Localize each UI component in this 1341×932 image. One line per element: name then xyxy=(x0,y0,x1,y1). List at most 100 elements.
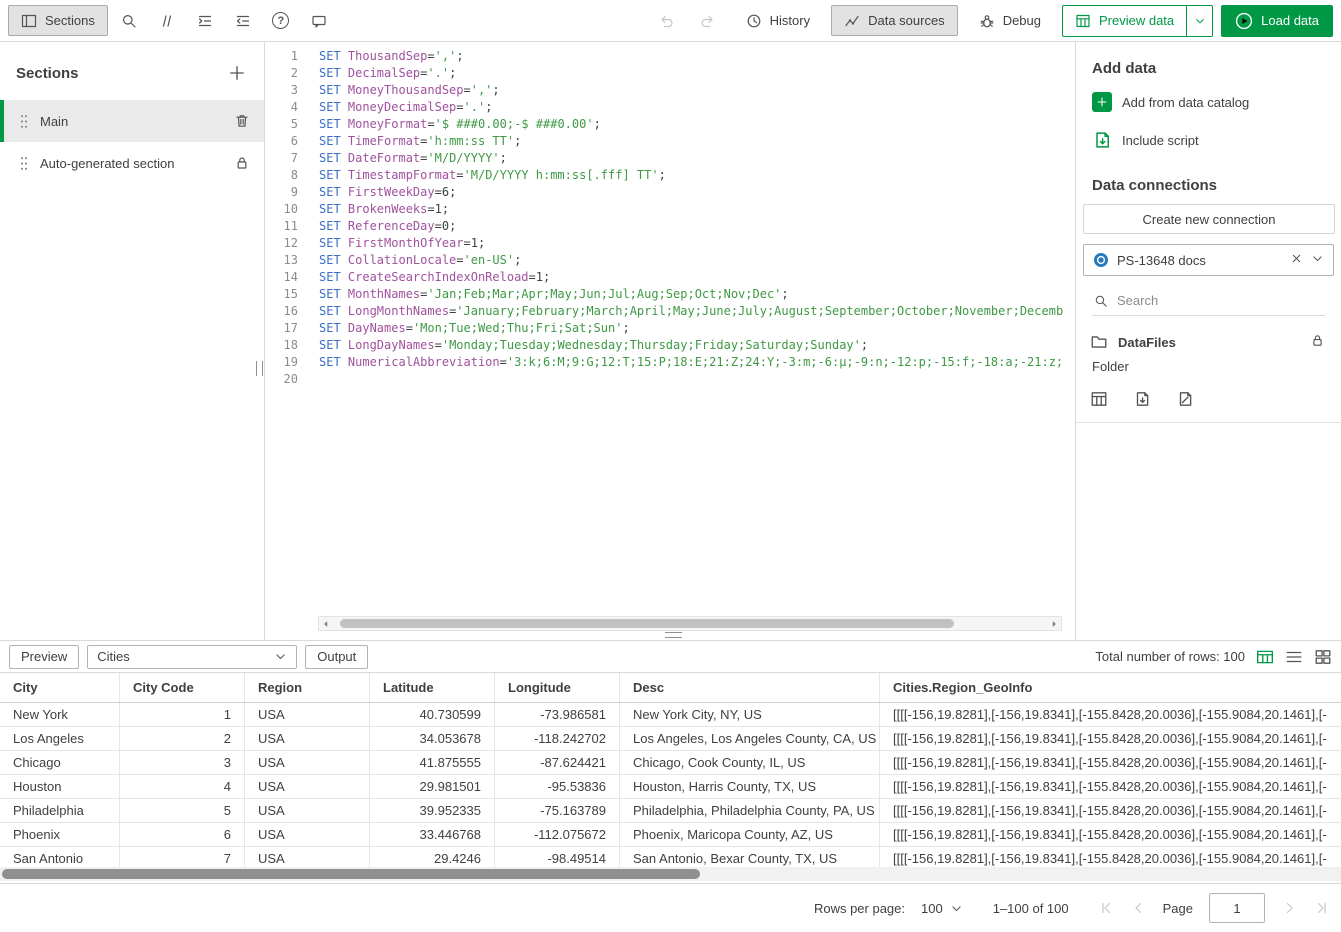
last-page-button[interactable] xyxy=(1313,900,1329,916)
sections-header: Sections xyxy=(0,42,264,100)
redo-button[interactable] xyxy=(691,5,725,36)
preview-button[interactable]: Preview xyxy=(9,645,79,669)
scrollbar-track[interactable] xyxy=(333,617,1047,630)
undo-button[interactable] xyxy=(649,5,683,36)
code-line[interactable]: SET DateFormat='M/D/YYYY'; xyxy=(319,150,1063,167)
rows-per-page-select[interactable]: 100 xyxy=(921,901,963,916)
card-view-icon[interactable] xyxy=(1314,648,1332,666)
table-cell: 29.981501 xyxy=(370,775,495,798)
line-number: 13 xyxy=(266,252,306,269)
code-line[interactable]: SET DayNames='Mon;Tue;Wed;Thu;Fri;Sat;Su… xyxy=(319,320,1063,337)
code-line[interactable]: SET MoneyThousandSep=','; xyxy=(319,82,1063,99)
table-row[interactable]: Philadelphia5USA39.952335-75.163789Phila… xyxy=(0,799,1341,823)
page-input[interactable] xyxy=(1209,893,1265,923)
sidebar-resize-handle[interactable] xyxy=(256,361,263,376)
table-row[interactable]: Los Angeles2USA34.053678-118.242702Los A… xyxy=(0,727,1341,751)
history-button[interactable]: History xyxy=(733,5,823,36)
table-scrollbar-thumb[interactable] xyxy=(2,869,700,879)
output-button[interactable]: Output xyxy=(305,645,368,669)
add-from-catalog-button[interactable]: Add from data catalog xyxy=(1076,83,1341,121)
indent-button[interactable] xyxy=(188,5,222,36)
previous-page-button[interactable] xyxy=(1131,900,1147,916)
editor-horizontal-scrollbar[interactable] xyxy=(318,616,1062,631)
syntax-help-button[interactable]: ? xyxy=(264,5,298,36)
list-view-icon[interactable] xyxy=(1285,648,1303,666)
datafiles-item[interactable]: DataFiles xyxy=(1076,320,1341,359)
select-data-icon[interactable] xyxy=(1090,390,1108,408)
column-header-city-code[interactable]: City Code xyxy=(120,673,245,702)
insert-script-icon[interactable] xyxy=(1133,390,1151,408)
code-line[interactable]: SET MoneyDecimalSep='.'; xyxy=(319,99,1063,116)
table-cell: USA xyxy=(245,775,370,798)
code-line[interactable]: SET ReferenceDay=0; xyxy=(319,218,1063,235)
connection-select[interactable]: PS-13648 docs xyxy=(1083,244,1334,276)
table-cell: Los Angeles xyxy=(0,727,120,750)
column-header-region[interactable]: Region xyxy=(245,673,370,702)
code-line[interactable]: SET TimestampFormat='M/D/YYYY h:mm:ss[.f… xyxy=(319,167,1063,184)
preview-data-button[interactable]: Preview data xyxy=(1063,6,1186,36)
outdent-button[interactable] xyxy=(226,5,260,36)
table-cell: USA xyxy=(245,799,370,822)
panel-splitter-handle[interactable] xyxy=(665,632,682,638)
script-editor[interactable]: 1234567891011121314151617181920 SET Thou… xyxy=(266,42,1075,640)
code-line[interactable]: SET TimeFormat='h:mm:ss TT'; xyxy=(319,133,1063,150)
add-section-button[interactable] xyxy=(226,62,248,84)
code-line[interactable]: SET ThousandSep=','; xyxy=(319,48,1063,65)
column-header-cities-region-geoinfo[interactable]: Cities.Region_GeoInfo xyxy=(880,673,1341,702)
code-line[interactable]: SET LongMonthNames='January;February;Mar… xyxy=(319,303,1063,320)
table-row[interactable]: Houston4USA29.981501-95.53836Houston, Ha… xyxy=(0,775,1341,799)
table-select[interactable]: Cities xyxy=(87,645,297,669)
edit-connection-icon[interactable] xyxy=(1176,390,1194,408)
hints-button[interactable] xyxy=(302,5,336,36)
table-cell: Philadelphia xyxy=(0,799,120,822)
sidebar-item-auto-generated[interactable]: Auto-generated section xyxy=(0,142,264,184)
table-horizontal-scrollbar[interactable] xyxy=(0,867,1341,881)
column-header-desc[interactable]: Desc xyxy=(620,673,880,702)
table-row[interactable]: Chicago3USA41.875555-87.624421Chicago, C… xyxy=(0,751,1341,775)
chevron-down-icon[interactable] xyxy=(1311,252,1324,268)
data-sources-button[interactable]: Data sources xyxy=(831,5,958,36)
code-line[interactable] xyxy=(319,371,1063,388)
column-header-longitude[interactable]: Longitude xyxy=(495,673,620,702)
search-script-button[interactable] xyxy=(112,5,146,36)
column-header-latitude[interactable]: Latitude xyxy=(370,673,495,702)
code-line[interactable]: SET LongDayNames='Monday;Tuesday;Wednesd… xyxy=(319,337,1063,354)
section-label: Main xyxy=(40,114,222,129)
sections-toggle-button[interactable]: Sections xyxy=(8,5,108,36)
next-page-button[interactable] xyxy=(1281,900,1297,916)
load-data-button[interactable]: Load data xyxy=(1221,5,1333,37)
table-view-icon[interactable] xyxy=(1256,648,1274,666)
delete-section-button[interactable] xyxy=(234,113,250,129)
preview-data-menu-button[interactable] xyxy=(1186,6,1212,36)
table-row[interactable]: New York1USA40.730599-73.986581New York … xyxy=(0,703,1341,727)
sidebar-item-main[interactable]: Main xyxy=(0,100,264,142)
clear-connection-icon[interactable] xyxy=(1290,252,1303,268)
code-line[interactable]: SET DecimalSep='.'; xyxy=(319,65,1063,82)
connection-type-label: Folder xyxy=(1076,359,1341,382)
comment-button[interactable] xyxy=(150,5,184,36)
code-line[interactable]: SET NumericalAbbreviation='3:k;6:M;9:G;1… xyxy=(319,354,1063,371)
include-script-button[interactable]: Include script xyxy=(1076,121,1341,159)
code-line[interactable]: SET BrokenWeeks=1; xyxy=(319,201,1063,218)
table-cell: [[[[-156,19.8281],[-156,19.8341],[-155.8… xyxy=(880,799,1341,822)
scrollbar-thumb[interactable] xyxy=(340,619,954,628)
debug-button[interactable]: Debug xyxy=(966,5,1054,36)
code-line[interactable]: SET FirstMonthOfYear=1; xyxy=(319,235,1063,252)
pagination-bar: Rows per page: 100 1–100 of 100 Page xyxy=(0,883,1341,932)
code-line[interactable]: SET MoneyFormat='$ ###0.00;-$ ###0.00'; xyxy=(319,116,1063,133)
debug-bug-icon xyxy=(979,13,995,29)
code-line[interactable]: SET CreateSearchIndexOnReload=1; xyxy=(319,269,1063,286)
outdent-icon xyxy=(235,13,251,29)
code-line[interactable]: SET CollationLocale='en-US'; xyxy=(319,252,1063,269)
editor-code-lines[interactable]: SET ThousandSep=',';SET DecimalSep='.';S… xyxy=(306,42,1063,610)
sections-sidebar: Sections Main Auto-generated section xyxy=(0,42,265,640)
create-connection-button[interactable]: Create new connection xyxy=(1083,204,1335,234)
search-input[interactable] xyxy=(1117,293,1323,308)
scroll-right-arrow[interactable] xyxy=(1047,619,1061,629)
first-page-button[interactable] xyxy=(1099,900,1115,916)
column-header-city[interactable]: City xyxy=(0,673,120,702)
table-row[interactable]: Phoenix6USA33.446768-112.075672Phoenix, … xyxy=(0,823,1341,847)
scroll-left-arrow[interactable] xyxy=(319,619,333,629)
code-line[interactable]: SET FirstWeekDay=6; xyxy=(319,184,1063,201)
code-line[interactable]: SET MonthNames='Jan;Feb;Mar;Apr;May;Jun;… xyxy=(319,286,1063,303)
